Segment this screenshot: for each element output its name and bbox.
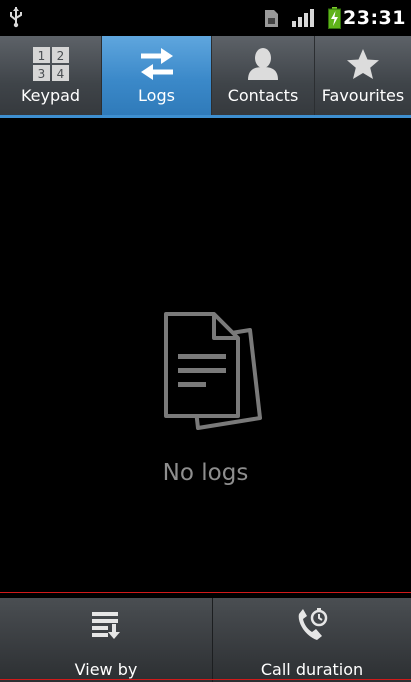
view-by-label: View by <box>74 660 138 679</box>
tab-favourites[interactable]: Favourites <box>315 36 411 116</box>
empty-state-text: No logs <box>162 460 249 486</box>
tab-contacts[interactable]: Contacts <box>212 36 315 116</box>
bottom-action-bar: View by Call duration <box>0 598 411 682</box>
logs-empty-state: No logs <box>0 118 411 590</box>
view-by-button[interactable]: View by <box>0 598 212 682</box>
annotation-line <box>0 592 411 593</box>
usb-icon <box>8 6 24 32</box>
person-icon <box>247 46 279 82</box>
call-duration-label: Call duration <box>260 660 364 679</box>
keypad-icon: 1 2 3 4 <box>32 46 70 82</box>
tab-label: Favourites <box>321 86 405 105</box>
tab-bar: 1 2 3 4 Keypad Logs Contacts Favourites <box>0 36 411 116</box>
svg-text:2: 2 <box>56 49 64 63</box>
swap-arrows-icon <box>139 46 175 82</box>
documents-icon <box>158 308 274 440</box>
sim-icon <box>264 9 279 32</box>
battery-charging-icon <box>328 7 341 33</box>
tab-label: Contacts <box>227 86 299 105</box>
tab-keypad[interactable]: 1 2 3 4 Keypad <box>0 36 102 116</box>
svg-text:1: 1 <box>37 49 45 63</box>
tab-label: Keypad <box>20 86 81 105</box>
status-bar: 23:31 <box>0 0 411 36</box>
annotation-line <box>0 679 411 680</box>
signal-icon <box>291 8 315 32</box>
phone-screen: 23:31 1 2 3 4 Keypad Logs Contacts Favou… <box>0 0 411 682</box>
svg-text:3: 3 <box>37 67 45 81</box>
tab-logs[interactable]: Logs <box>102 36 212 116</box>
svg-text:4: 4 <box>56 67 64 81</box>
tab-label: Logs <box>138 86 175 105</box>
call-duration-icon <box>295 608 329 642</box>
view-by-list-icon <box>90 608 122 642</box>
star-icon <box>346 46 380 82</box>
call-duration-button[interactable]: Call duration <box>212 598 411 682</box>
status-time: 23:31 <box>343 7 406 29</box>
